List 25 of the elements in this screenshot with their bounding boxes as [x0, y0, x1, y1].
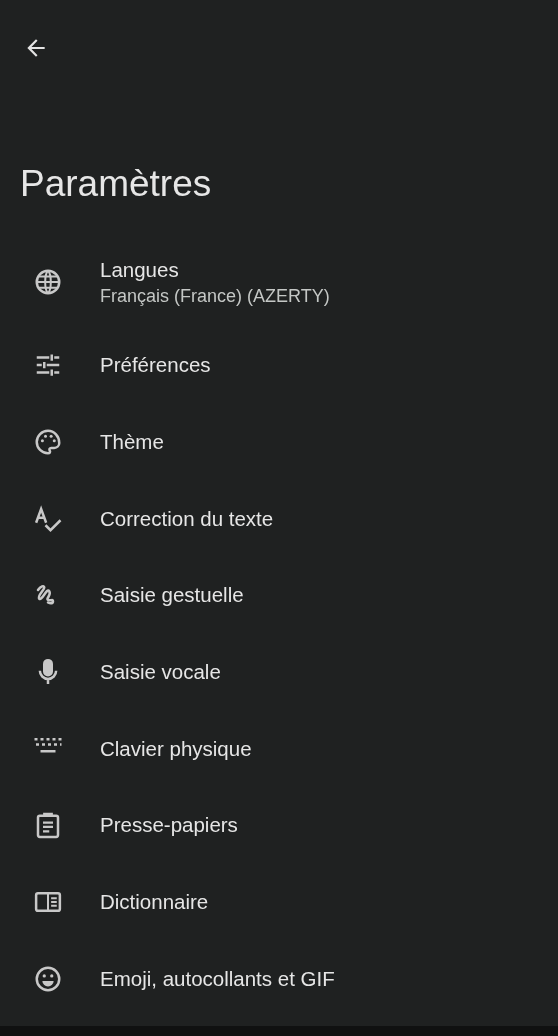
settings-item[interactable]: Clavier physique [0, 710, 558, 788]
settings-item[interactable]: Emoji, autocollants et GIF [0, 940, 558, 1018]
item-label: Langues [100, 257, 180, 283]
settings-item[interactable]: Thème [0, 403, 558, 481]
item-subtitle: Français (France) (AZERTY) [100, 285, 330, 308]
item-label: Presse-papiers [100, 812, 238, 839]
item-label: Saisie vocale [100, 659, 221, 686]
settings-item[interactable]: Correction du texte [0, 480, 558, 558]
page-title: Paramètres [20, 162, 213, 206]
settings-item[interactable]: Préférences [0, 327, 558, 404]
item-label: Emoji, autocollants et GIF [100, 965, 335, 992]
item-label: Dictionnaire [100, 889, 209, 916]
keyboard-icon [33, 736, 63, 753]
settings-item[interactable]: Saisie gestuelle [0, 557, 558, 634]
item-label: Correction du texte [100, 505, 274, 532]
item-label: Clavier physique [100, 735, 252, 762]
spellcheck-icon [33, 503, 63, 534]
item-label: Saisie gestuelle [100, 582, 244, 609]
settings-item[interactable]: Dictionnaire [0, 863, 558, 941]
item-label: Préférences [100, 352, 211, 379]
settings-item[interactable]: Saisie vocale [0, 633, 558, 711]
globe-icon [33, 267, 63, 297]
settings-item[interactable]: Langues Français (France) (AZERTY) [0, 237, 558, 327]
item-label: Thème [100, 429, 164, 456]
settings-item[interactable]: Presse-papiers [0, 787, 558, 864]
